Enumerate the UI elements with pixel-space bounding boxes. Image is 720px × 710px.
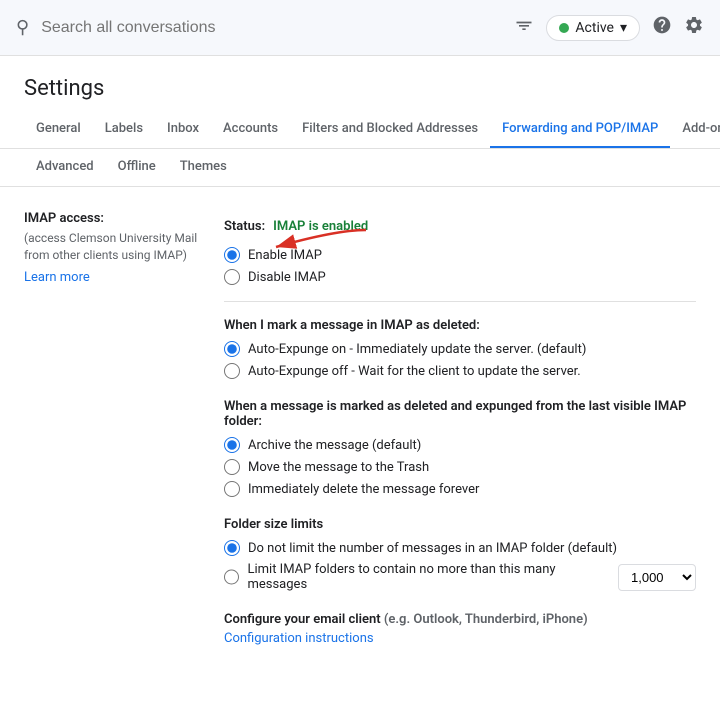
delete-forever-radio[interactable]: [224, 481, 240, 497]
no-limit-radio[interactable]: [224, 540, 240, 556]
archive-option[interactable]: Archive the message (default): [224, 437, 696, 453]
filter-icon[interactable]: [514, 15, 534, 40]
configure-title: Configure your email client (e.g. Outloo…: [224, 612, 696, 627]
auto-expunge-on-radio[interactable]: [224, 341, 240, 357]
disable-imap-option[interactable]: Disable IMAP: [224, 269, 696, 285]
trash-option[interactable]: Move the message to the Trash: [224, 459, 696, 475]
subnav-tab-offline[interactable]: Offline: [106, 149, 168, 187]
no-limit-option[interactable]: Do not limit the number of messages in a…: [224, 540, 696, 556]
tab-addons[interactable]: Add-ons: [670, 111, 720, 149]
auto-expunge-on-option[interactable]: Auto-Expunge on - Immediately update the…: [224, 341, 696, 357]
divider-1: [224, 301, 696, 302]
limit-value-select[interactable]: 1,000 2,000 5,000 10,000: [618, 564, 696, 591]
delete-forever-option[interactable]: Immediately delete the message forever: [224, 481, 696, 497]
tab-inbox[interactable]: Inbox: [155, 111, 211, 149]
learn-more-link[interactable]: Learn more: [24, 270, 224, 285]
when-deleted-section: When I mark a message in IMAP as deleted…: [224, 318, 696, 379]
auto-expunge-on-label: Auto-Expunge on - Immediately update the…: [248, 342, 586, 357]
chevron-down-icon: ▾: [620, 20, 627, 36]
imap-section-sublabel: (access Clemson University Mail from oth…: [24, 230, 224, 264]
red-arrow: [256, 225, 376, 255]
no-limit-label: Do not limit the number of messages in a…: [248, 541, 617, 556]
archive-radio[interactable]: [224, 437, 240, 453]
tab-general[interactable]: General: [24, 111, 93, 149]
nav-tabs: General Labels Inbox Accounts Filters an…: [0, 111, 720, 149]
limit-option[interactable]: Limit IMAP folders to contain no more th…: [224, 562, 696, 592]
subnav-tab-themes[interactable]: Themes: [168, 149, 239, 187]
auto-expunge-off-radio[interactable]: [224, 363, 240, 379]
configure-section: Configure your email client (e.g. Outloo…: [224, 612, 696, 646]
active-status[interactable]: Active ▾: [546, 15, 640, 41]
configure-sub: (e.g. Outlook, Thunderbird, iPhone): [381, 612, 588, 627]
folder-limits-section: Folder size limits Do not limit the numb…: [224, 517, 696, 592]
active-label: Active: [575, 20, 614, 36]
when-expunged-section: When a message is marked as deleted and …: [224, 399, 696, 497]
auto-expunge-off-option[interactable]: Auto-Expunge off - Wait for the client t…: [224, 363, 696, 379]
gear-icon[interactable]: [684, 15, 704, 40]
search-input[interactable]: [41, 19, 514, 37]
enable-imap-radio[interactable]: [224, 247, 240, 263]
active-dot: [559, 23, 569, 33]
limit-radio[interactable]: [224, 569, 239, 585]
disable-imap-label: Disable IMAP: [248, 270, 326, 285]
settings-content: IMAP access: (access Clemson University …: [0, 187, 720, 710]
subnav-tabs: Advanced Offline Themes: [0, 149, 720, 187]
topbar-right: Active ▾: [514, 15, 704, 41]
archive-label: Archive the message (default): [248, 438, 421, 453]
disable-imap-radio[interactable]: [224, 269, 240, 285]
auto-expunge-off-label: Auto-Expunge off - Wait for the client t…: [248, 364, 581, 379]
when-expunged-title: When a message is marked as deleted and …: [224, 399, 696, 429]
topbar: ⚲ Active ▾: [0, 0, 720, 56]
settings-title: Settings: [0, 56, 720, 111]
tab-labels[interactable]: Labels: [93, 111, 155, 149]
imap-status-line: Status: IMAP is enabled: [224, 211, 696, 241]
tab-accounts[interactable]: Accounts: [211, 111, 290, 149]
help-icon[interactable]: [652, 15, 672, 40]
search-icon: ⚲: [16, 17, 29, 38]
delete-forever-label: Immediately delete the message forever: [248, 482, 479, 497]
limit-label: Limit IMAP folders to contain no more th…: [247, 562, 606, 592]
when-deleted-title: When I mark a message in IMAP as deleted…: [224, 318, 696, 333]
imap-section-label: IMAP access:: [24, 211, 224, 226]
imap-label-col: IMAP access: (access Clemson University …: [24, 211, 224, 666]
tab-filters[interactable]: Filters and Blocked Addresses: [290, 111, 490, 149]
imap-access-section: IMAP access: (access Clemson University …: [24, 211, 696, 666]
trash-radio[interactable]: [224, 459, 240, 475]
configure-title-text: Configure your email client: [224, 612, 381, 627]
imap-content: Status: IMAP is enabled Enable IMAP: [224, 211, 696, 666]
trash-label: Move the message to the Trash: [248, 460, 429, 475]
folder-limits-title: Folder size limits: [224, 517, 696, 532]
tab-forwarding[interactable]: Forwarding and POP/IMAP: [490, 111, 670, 149]
configuration-instructions-link[interactable]: Configuration instructions: [224, 631, 696, 646]
subnav-tab-advanced[interactable]: Advanced: [24, 149, 106, 187]
